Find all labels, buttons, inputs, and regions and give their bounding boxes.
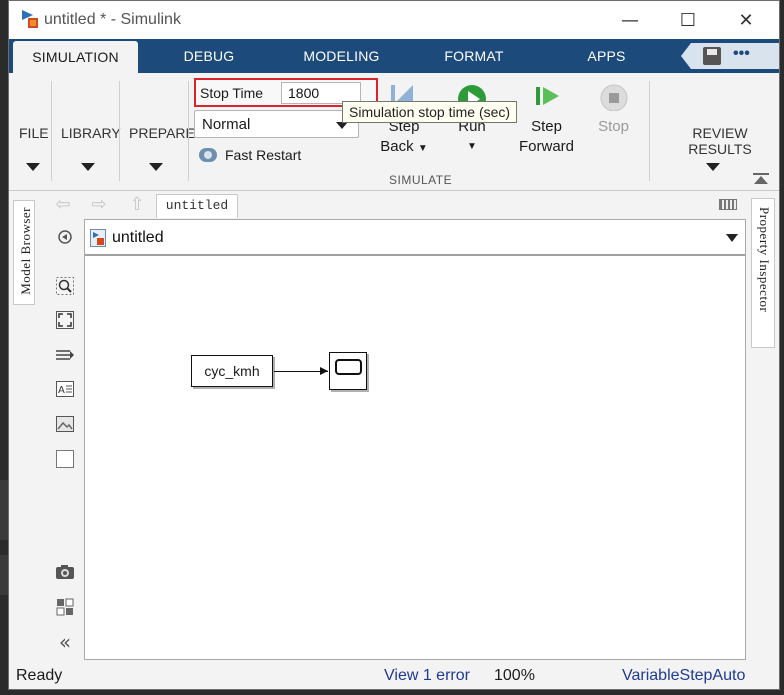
minimize-button[interactable]: — [601, 1, 659, 39]
simulation-mode-select[interactable]: Normal [194, 110, 359, 138]
annotation-icon[interactable]: A [54, 378, 76, 400]
back-arrow-icon[interactable]: ⇦ [53, 196, 73, 214]
breadcrumb[interactable]: untitled [85, 220, 745, 256]
more-options-button[interactable]: ••• [733, 45, 750, 63]
zoom-level: 100% [494, 667, 535, 684]
save-icon[interactable] [703, 47, 721, 65]
up-arrow-icon[interactable]: ⇧ [127, 196, 147, 214]
left-side-panel: Model Browser [9, 192, 43, 662]
separator [649, 81, 650, 181]
editor-navigation-bar: ⇦ ⇨ ⇧ untitled [43, 192, 747, 218]
chevron-down-icon[interactable] [149, 163, 163, 171]
desktop-background [0, 555, 8, 595]
breadcrumb-model-name[interactable]: untitled [112, 229, 164, 247]
maximize-button[interactable]: ☐ [659, 1, 717, 39]
camera-icon[interactable] [54, 561, 76, 583]
right-side-panel: Property Inspector [745, 192, 779, 662]
review-results-button[interactable]: REVIEW RESULTS [659, 125, 779, 157]
chevron-down-icon[interactable] [81, 163, 95, 171]
solver-link[interactable]: VariableStepAuto [622, 667, 745, 685]
tab-simulation[interactable]: SIMULATION [13, 41, 138, 73]
signal-routing-icon[interactable] [54, 344, 76, 366]
quick-access-toolbar: ••• [681, 43, 779, 69]
chevron-down-icon[interactable] [726, 234, 738, 242]
stop-time-tooltip: Simulation stop time (sec) [342, 101, 518, 123]
chevron-down-icon[interactable] [26, 163, 40, 171]
tool-palette: A « [51, 223, 81, 661]
scope-icon [335, 359, 362, 375]
hide-show-explorer-icon[interactable] [54, 226, 76, 248]
view-errors-link[interactable]: View 1 error [384, 667, 470, 685]
tab-modeling[interactable]: MODELING [294, 39, 389, 73]
stop-button[interactable]: Stop [591, 83, 636, 137]
tab-debug[interactable]: DEBUG [169, 39, 249, 73]
toolstrip-ribbon: FILE LIBRARY PREPARE Stop Time Normal Fa… [9, 73, 779, 191]
keyboard-icon[interactable] [719, 199, 737, 210]
simulation-mode-value: Normal [202, 116, 251, 133]
model-browser-tab[interactable]: Model Browser [13, 200, 35, 305]
status-ready: Ready [16, 667, 63, 684]
step-forward-label-1: Step [531, 118, 562, 135]
chevron-down-icon[interactable]: ▼ [447, 137, 497, 157]
collapse-palette-icon[interactable]: « [54, 630, 76, 654]
step-forward-button[interactable]: Step Forward [514, 83, 579, 157]
model-browser-label: Model Browser [18, 207, 33, 295]
model-data-icon[interactable] [54, 596, 76, 618]
property-inspector-tab[interactable]: Property Inspector [751, 198, 775, 348]
property-inspector-label: Property Inspector [757, 207, 772, 313]
tab-format[interactable]: FORMAT [429, 39, 519, 73]
simulink-window: untitled * - Simulink — ☐ ✕ SIMULATION D… [8, 0, 780, 690]
image-icon[interactable] [54, 413, 76, 435]
library-section-button[interactable]: LIBRARY [61, 125, 121, 141]
model-icon [90, 229, 106, 247]
fast-restart-button[interactable]: Fast Restart [199, 147, 301, 163]
chevron-down-icon [336, 122, 348, 129]
close-button[interactable]: ✕ [717, 1, 775, 39]
simulink-app-icon [22, 10, 38, 28]
file-section-button[interactable]: FILE [19, 125, 49, 141]
stop-icon [600, 84, 627, 112]
area-icon[interactable] [54, 448, 76, 470]
step-back-label-2: Back ▼ [380, 138, 428, 155]
title-bar: untitled * - Simulink — ☐ ✕ [9, 1, 779, 39]
scope-block[interactable] [329, 352, 367, 390]
simulate-group-label: SIMULATE [389, 173, 453, 187]
fast-restart-icon [199, 148, 217, 162]
zoom-icon[interactable] [54, 275, 76, 297]
separator [188, 81, 189, 181]
toolstrip-tab-bar: SIMULATION DEBUG MODELING FORMAT APPS ••… [9, 39, 779, 73]
collapse-ribbon-icon[interactable] [753, 173, 769, 187]
desktop-background [0, 480, 8, 540]
signal-arrowhead [320, 367, 328, 375]
model-document-tab[interactable]: untitled [156, 194, 238, 218]
forward-arrow-icon[interactable]: ⇨ [89, 196, 109, 214]
stop-label: Stop [598, 118, 629, 135]
fit-to-view-icon[interactable] [54, 309, 76, 331]
fast-restart-label: Fast Restart [225, 147, 302, 163]
step-forward-label-2: Forward [518, 138, 574, 155]
from-block-label: cyc_kmh [204, 363, 260, 379]
separator [119, 81, 120, 181]
model-canvas[interactable]: untitled cyc_kmh [84, 219, 746, 660]
stop-time-label: Stop Time [200, 85, 264, 101]
prepare-section-button[interactable]: PREPARE [129, 125, 195, 141]
chevron-down-icon[interactable] [706, 163, 720, 171]
separator [51, 81, 52, 181]
svg-text:A: A [58, 385, 65, 396]
window-title: untitled * - Simulink [44, 11, 181, 28]
from-workspace-block[interactable]: cyc_kmh [191, 355, 273, 387]
step-forward-icon [535, 87, 559, 105]
status-bar: Ready View 1 error 100% VariableStepAuto [9, 662, 779, 689]
tab-apps[interactable]: APPS [569, 39, 644, 73]
